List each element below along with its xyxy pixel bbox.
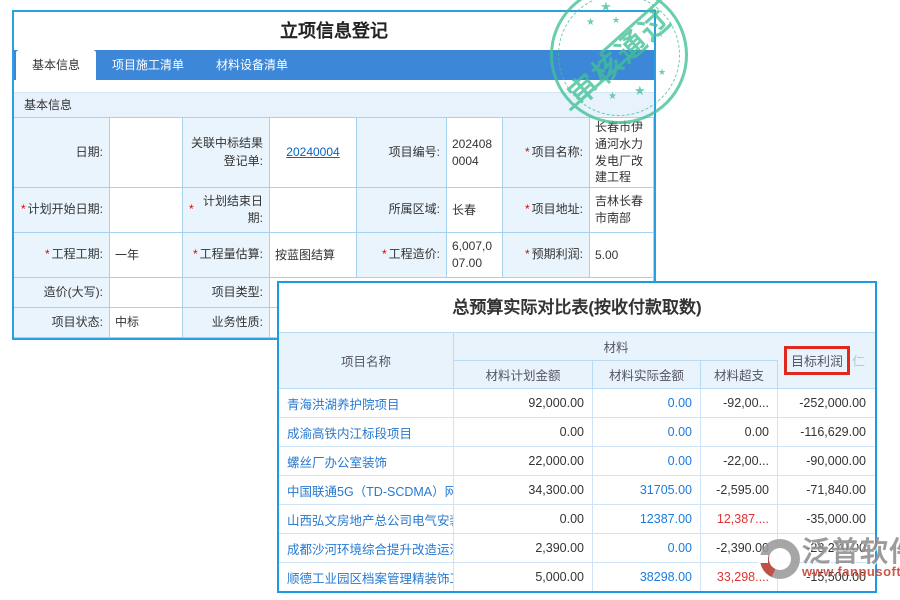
material-overrun-amount: -2,390.00	[701, 534, 778, 562]
region-value[interactable]: 长春	[447, 188, 503, 233]
page-title: 立项信息登记	[14, 12, 654, 50]
project-name-link[interactable]: 山西弘文房地产总公司电气安装工程	[279, 505, 454, 533]
field-label-project-type: *项目类型:	[183, 278, 270, 308]
field-label-business-nature: *业务性质:	[183, 308, 270, 338]
field-label-date: *日期:	[14, 118, 110, 188]
target-profit-amount: -252,000.00	[778, 389, 874, 417]
tab-bar: 基本信息 项目施工清单 材料设备清单	[14, 50, 654, 80]
duration-value[interactable]: 一年	[110, 233, 183, 278]
column-header-material-plan: 材料计划金额	[454, 361, 593, 388]
project-address-value[interactable]: 吉林长春市南部	[590, 188, 654, 233]
material-actual-amount-link[interactable]: 0.00	[593, 447, 701, 475]
plan-end-input[interactable]	[270, 188, 357, 233]
target-profit-annotation-box: 目标利润	[784, 346, 850, 375]
table-row: 螺丝厂办公室装饰 22,000.00 0.00 -22,00... -90,00…	[279, 447, 875, 476]
column-header-target-profit: 目标利润 仁	[778, 333, 874, 388]
material-actual-amount-link[interactable]: 0.00	[593, 389, 701, 417]
bid-result-cell: 20240004	[270, 118, 357, 188]
project-name-value[interactable]: 长春市伊通河水力发电厂改建工程	[590, 118, 654, 188]
material-plan-amount: 0.00	[454, 505, 593, 533]
target-profit-amount: -116,629.00	[778, 418, 874, 446]
material-overrun-amount: -22,00...	[701, 447, 778, 475]
field-label-bid-result: *关联中标结果登记单:	[183, 118, 270, 188]
field-label-duration: *工程工期:	[14, 233, 110, 278]
field-label-region: *所属区域:	[357, 188, 447, 233]
material-overrun-amount: 0.00	[701, 418, 778, 446]
bid-result-link[interactable]: 20240004	[286, 144, 339, 161]
field-label-expected-profit: *预期利润:	[503, 233, 590, 278]
star-icon: ★	[658, 68, 666, 77]
material-plan-amount: 22,000.00	[454, 447, 593, 475]
material-overrun-amount: -92,00...	[701, 389, 778, 417]
field-label-plan-end: *计划结束日期:	[183, 188, 270, 233]
table-row: 成都沙河环境综合提升改造运河护岸 2,390.00 0.00 -2,390.00…	[279, 534, 875, 563]
project-name-link[interactable]: 成渝高铁内江标段项目	[279, 418, 454, 446]
material-plan-amount: 2,390.00	[454, 534, 593, 562]
material-actual-amount-link[interactable]: 12387.00	[593, 505, 701, 533]
field-label-project-no: *项目编号:	[357, 118, 447, 188]
tab-basic-info[interactable]: 基本信息	[16, 50, 96, 80]
table-row: 青海洪湖养护院项目 92,000.00 0.00 -92,00... -252,…	[279, 389, 875, 418]
project-name-link[interactable]: 成都沙河环境综合提升改造运河护岸	[279, 534, 454, 562]
field-label-project-address: *项目地址:	[503, 188, 590, 233]
cost-capital-input[interactable]	[110, 278, 183, 308]
expected-profit-value[interactable]: 5.00	[590, 233, 654, 278]
target-profit-amount: -90,000.00	[778, 447, 874, 475]
project-name-link[interactable]: 螺丝厂办公室装饰	[279, 447, 454, 475]
material-subheader-row: 材料计划金额 材料实际金额 材料超支	[454, 361, 778, 388]
target-profit-amount: -35,000.00	[778, 505, 874, 533]
column-header-material-group: 材料	[454, 333, 778, 361]
target-profit-amount: -15,500.00	[778, 563, 874, 591]
field-label-plan-start: *计划开始日期:	[14, 188, 110, 233]
material-plan-amount: 0.00	[454, 418, 593, 446]
table-row: 成渝高铁内江标段项目 0.00 0.00 0.00 -116,629.00	[279, 418, 875, 447]
material-actual-amount-link[interactable]: 38298.00	[593, 563, 701, 591]
material-plan-amount: 92,000.00	[454, 389, 593, 417]
comparison-table-header: 项目名称 材料 材料计划金额 材料实际金额 材料超支 目标利润 仁	[279, 332, 875, 389]
field-label-quantity-estimate: *工程量估算:	[183, 233, 270, 278]
material-overrun-amount: 12,387....	[701, 505, 778, 533]
material-actual-amount-link[interactable]: 0.00	[593, 534, 701, 562]
project-name-link[interactable]: 青海洪湖养护院项目	[279, 389, 454, 417]
project-name-link[interactable]: 中国联通5G（TD-SCDMA）网络三期	[279, 476, 454, 504]
material-overrun-amount: -2,595.00	[701, 476, 778, 504]
tab-material-equipment-list[interactable]: 材料设备清单	[200, 50, 304, 80]
material-plan-amount: 5,000.00	[454, 563, 593, 591]
material-actual-amount-link[interactable]: 0.00	[593, 418, 701, 446]
column-header-material-overrun: 材料超支	[701, 361, 778, 388]
field-label-cost-capital: *造价(大写):	[14, 278, 110, 308]
material-actual-amount-link[interactable]: 31705.00	[593, 476, 701, 504]
column-header-project-name: 项目名称	[279, 333, 454, 388]
field-label-project-cost: *工程造价:	[357, 233, 447, 278]
project-status-value[interactable]: 中标	[110, 308, 183, 338]
project-no-value: 2024080004	[447, 118, 503, 188]
comparison-table-body: 青海洪湖养护院项目 92,000.00 0.00 -92,00... -252,…	[279, 389, 875, 591]
field-label-project-name: *项目名称:	[503, 118, 590, 188]
plan-start-input[interactable]	[110, 188, 183, 233]
table-row: 中国联通5G（TD-SCDMA）网络三期 34,300.00 31705.00 …	[279, 476, 875, 505]
tab-content-gap	[14, 80, 654, 92]
budget-comparison-window: 总预算实际对比表(按收付款取数) 项目名称 材料 材料计划金额 材料实际金额 材…	[277, 281, 877, 593]
table-row: 山西弘文房地产总公司电气安装工程 0.00 12387.00 12,387...…	[279, 505, 875, 534]
table-row: 顺德工业园区档案管理精装饰工程（ 5,000.00 38298.00 33,29…	[279, 563, 875, 591]
clipped-next-column-text: 仁	[852, 351, 865, 370]
comparison-table-title: 总预算实际对比表(按收付款取数)	[279, 283, 875, 332]
column-group-material: 材料 材料计划金额 材料实际金额 材料超支	[454, 333, 778, 388]
project-name-link[interactable]: 顺德工业园区档案管理精装饰工程（	[279, 563, 454, 591]
quantity-estimate-value[interactable]: 按蓝图结算	[270, 233, 357, 278]
column-header-material-actual: 材料实际金额	[593, 361, 701, 388]
material-plan-amount: 34,300.00	[454, 476, 593, 504]
target-profit-amount: -71,840.00	[778, 476, 874, 504]
target-profit-amount: -28,270.00	[778, 534, 874, 562]
tab-construction-list[interactable]: 项目施工清单	[96, 50, 200, 80]
material-overrun-amount: 33,298....	[701, 563, 778, 591]
section-header-basic-info: 基本信息	[14, 92, 654, 118]
date-input[interactable]	[110, 118, 183, 188]
project-cost-value[interactable]: 6,007,007.00	[447, 233, 503, 278]
star-icon: ★	[656, 30, 664, 39]
field-label-project-status: *项目状态:	[14, 308, 110, 338]
